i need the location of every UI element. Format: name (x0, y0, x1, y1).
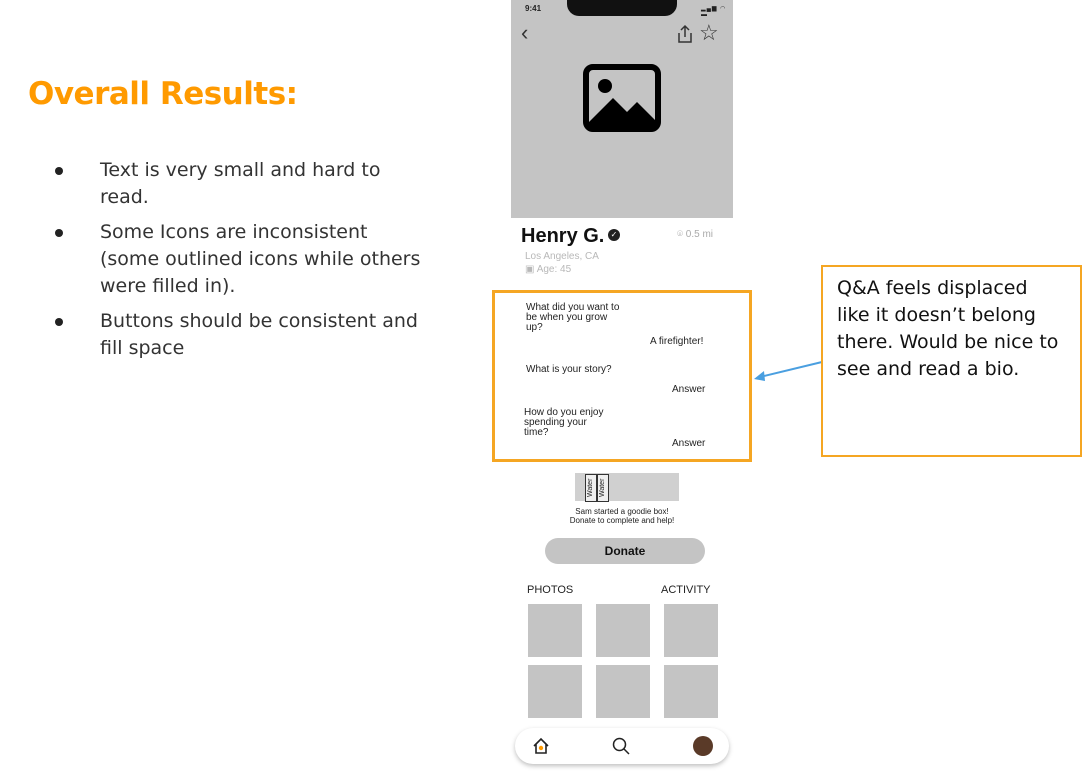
results-list: Text is very small and hard to read. Som… (52, 157, 432, 370)
profile-age: ▣ Age: 45 (525, 264, 571, 275)
goodie-item: Water (597, 474, 609, 502)
donate-button[interactable]: Donate (545, 538, 705, 564)
qa-question: What is your story? (526, 364, 612, 375)
tab-activity[interactable]: ACTIVITY (661, 584, 711, 596)
photo-thumbnail[interactable] (664, 604, 718, 657)
photo-thumbnail[interactable] (528, 665, 582, 718)
phone-notch (567, 0, 677, 16)
goodie-caption: Sam started a goodie box! Donate to comp… (551, 507, 693, 525)
result-bullet: Buttons should be consistent and fill sp… (52, 308, 432, 362)
avatar[interactable] (693, 736, 713, 756)
distance-label: ⌾ 0.5 mi (677, 229, 713, 240)
home-icon[interactable] (531, 736, 551, 756)
search-icon[interactable] (611, 736, 631, 756)
qa-section-highlight: What did you want to be when you grow up… (492, 290, 752, 462)
feedback-callout: Q&A feels displaced like it doesn’t belo… (821, 265, 1082, 457)
back-chevron-icon[interactable]: ‹ (521, 22, 528, 44)
photo-thumbnail[interactable] (664, 665, 718, 718)
profile-location: Los Angeles, CA (525, 251, 599, 262)
qa-answer: Answer (672, 438, 706, 449)
distance-value: 0.5 mi (685, 229, 714, 240)
goodie-box-image: Water Water (575, 473, 679, 502)
bottom-tab-bar (515, 728, 729, 764)
tab-photos[interactable]: PHOTOS (527, 584, 573, 596)
photo-thumbnail[interactable] (596, 665, 650, 718)
callout-arrow-icon (754, 361, 823, 381)
slide-title: Overall Results: (28, 76, 298, 112)
qa-question: How do you enjoy spending your time? (524, 407, 604, 438)
status-icons: ▂▄▆ ◠ ▬ (701, 6, 727, 18)
qa-question: What did you want to be when you grow up… (526, 302, 620, 333)
image-placeholder-icon (583, 64, 661, 132)
phone-mockup: 9:41 ▂▄▆ ◠ ▬ ‹ ☆ Henry G. ✓ ⌾ 0.5 mi Los… (492, 0, 752, 771)
share-icon[interactable] (675, 24, 695, 44)
goodie-caption-line: Donate to complete and help! (569, 516, 675, 525)
result-bullet: Some Icons are inconsistent (some outlin… (52, 219, 432, 300)
photo-thumbnail[interactable] (528, 604, 582, 657)
qa-answer: Answer (672, 384, 706, 395)
status-time: 9:41 (525, 4, 542, 13)
verified-check-icon: ✓ (608, 229, 620, 241)
profile-hero-image: 9:41 ▂▄▆ ◠ ▬ ‹ ☆ (511, 0, 733, 218)
result-bullet: Text is very small and hard to read. (52, 157, 432, 211)
qa-answer: A firefighter! (650, 336, 704, 347)
location-pin-icon: ⌾ (677, 229, 686, 240)
person-icon: ▣ (525, 264, 537, 275)
age-value: Age: 45 (536, 264, 572, 275)
goodie-caption-line: Sam started a goodie box! (575, 507, 669, 516)
profile-name: Henry G. (521, 225, 605, 247)
star-outline-icon[interactable]: ☆ (699, 22, 719, 44)
goodie-item: Water (585, 474, 597, 502)
photo-thumbnail[interactable] (596, 604, 650, 657)
